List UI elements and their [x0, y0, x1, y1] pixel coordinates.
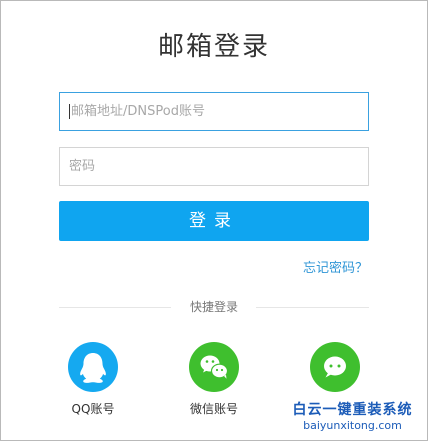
- wechat-login-label: 微信账号: [189, 402, 238, 416]
- wechat-login-button[interactable]: 微信账号: [174, 342, 254, 417]
- password-placeholder: 密码: [69, 159, 96, 174]
- password-field[interactable]: 密码: [59, 147, 369, 186]
- chat-login-button[interactable]: [295, 342, 375, 400]
- qq-login-label: QQ账号: [71, 402, 115, 416]
- divider-right: [256, 307, 369, 308]
- email-placeholder: 邮箱地址/DNSPod账号: [71, 104, 205, 119]
- qq-penguin-icon: [68, 342, 118, 392]
- page-title: 邮箱登录: [157, 32, 270, 62]
- email-field[interactable]: 邮箱地址/DNSPod账号: [59, 92, 369, 131]
- wechat-icon: [189, 342, 239, 392]
- forgot-password-link[interactable]: 忘记密码？: [303, 257, 368, 276]
- login-button[interactable]: 登录: [59, 201, 369, 241]
- qq-login-button[interactable]: QQ账号: [53, 342, 133, 417]
- chat-bubble-icon: [310, 342, 360, 392]
- text-cursor: [69, 104, 70, 119]
